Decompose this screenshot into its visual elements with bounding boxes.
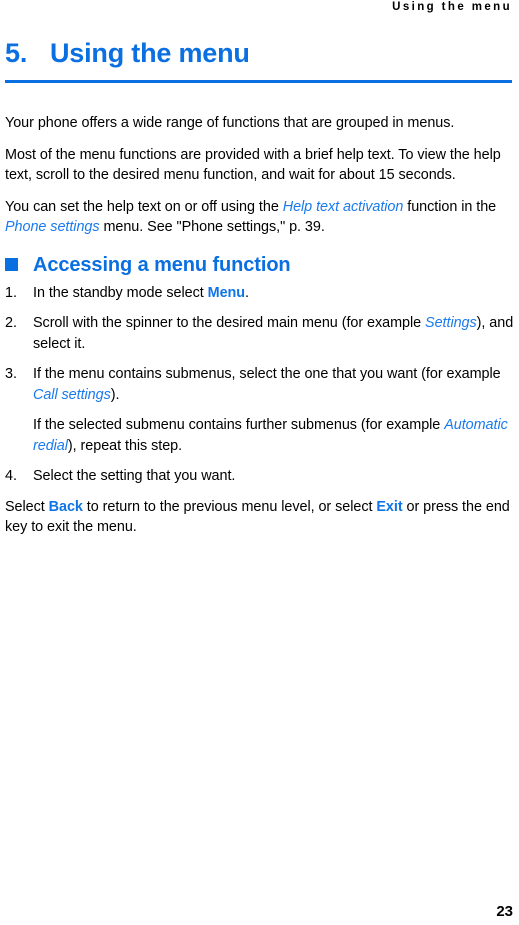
document-page: Using the menu 5. Using the menu Your pho… [0, 0, 519, 925]
step-text-1: Select the setting that you want. [33, 468, 236, 484]
intro-paragraph-3: You can set the help text on or off usin… [5, 197, 514, 238]
menu-keyword-back: Back [48, 498, 83, 515]
title-divider [5, 80, 512, 83]
section-heading: Accessing a menu function [5, 253, 514, 277]
closing-text-1: Select [5, 498, 49, 515]
step-text-2: ). [110, 386, 120, 403]
steps-list: 1. In the standby mode select Menu. 2. Scr… [5, 283, 514, 487]
list-item: 1. In the standby mode select Menu. [5, 283, 514, 304]
section-heading-text: Accessing a menu function [33, 253, 291, 276]
square-bullet-icon [5, 257, 18, 271]
step-number: 1. [5, 284, 17, 301]
menu-keyword-menu: Menu [207, 284, 246, 301]
step-sub-paragraph: If the selected submenu contains further… [33, 415, 514, 456]
menu-term-call-settings: Call settings [33, 386, 111, 403]
intro-p3-text-3: menu. See "Phone settings," p. 39. [99, 219, 325, 235]
intro-p3-text-1: You can set the help text on or off usin… [5, 198, 283, 215]
step-text-1: If the menu contains submenus, select th… [33, 366, 501, 382]
step-sub-text-2: ), repeat this step. [67, 437, 183, 454]
intro-paragraph-2: Most of the menu functions are provided … [5, 146, 501, 184]
list-item: 4. Select the setting that you want. [5, 466, 514, 487]
chapter-number: 5. [5, 38, 28, 68]
step-text-1: Scroll with the spinner to the desired m… [33, 315, 426, 331]
closing-text-2: to return to the previous menu level, or… [82, 498, 377, 515]
step-text-2: . [245, 284, 249, 301]
body-content: Your phone offers a wide range of functi… [5, 113, 514, 549]
closing-paragraph: Select Back to return to the previous me… [5, 497, 514, 538]
menu-term-help-text-activation: Help text activation [282, 198, 404, 215]
page-title: 5. Using the menu [5, 38, 513, 69]
page-number: 23 [496, 903, 513, 920]
step-text-1: In the standby mode select [33, 284, 208, 301]
running-header: Using the menu [392, 1, 512, 13]
intro-p3-text-2: function in the [403, 198, 497, 215]
menu-term-settings: Settings [425, 315, 477, 331]
chapter-title-text: Using the menu [50, 38, 250, 68]
step-sub-text-1: If the selected submenu contains further… [33, 417, 445, 433]
list-item: 2. Scroll with the spinner to the desired… [5, 313, 514, 354]
step-number: 4. [5, 468, 17, 484]
menu-keyword-exit: Exit [376, 498, 403, 515]
step-number: 2. [5, 315, 17, 331]
intro-paragraph-1: Your phone offers a wide range of functi… [5, 115, 455, 131]
list-item: 3. If the menu contains submenus, select … [5, 364, 514, 456]
step-number: 3. [5, 366, 17, 382]
menu-term-phone-settings: Phone settings [5, 219, 100, 235]
